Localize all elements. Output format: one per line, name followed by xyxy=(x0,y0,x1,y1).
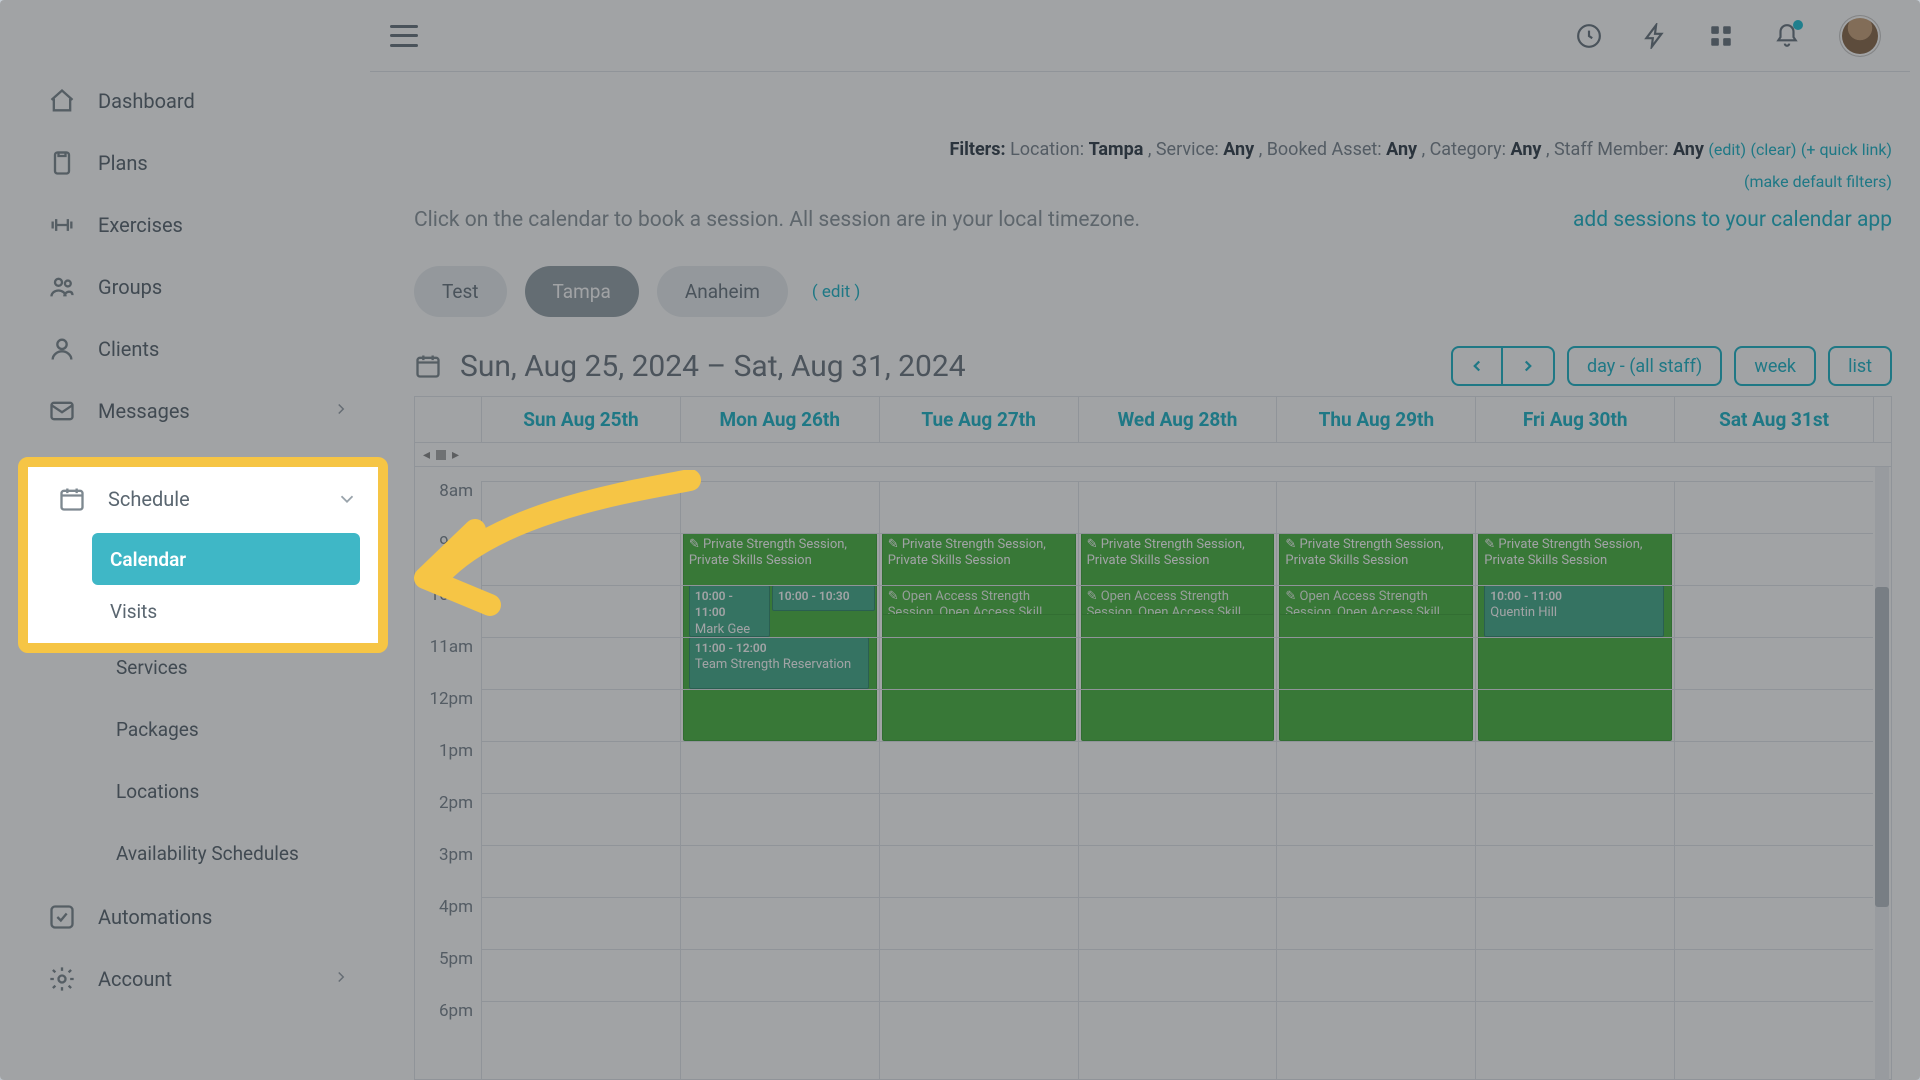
sidebar-sub-availability[interactable]: Availability Schedules xyxy=(98,824,352,882)
chevron-right-icon xyxy=(332,399,350,423)
view-week-button[interactable]: week xyxy=(1734,346,1816,386)
event-block[interactable]: ✎ Private Strength Session, Private Skil… xyxy=(882,533,1076,741)
sidebar-item-account[interactable]: Account xyxy=(18,948,370,1010)
view-list-button[interactable]: list xyxy=(1828,346,1892,386)
day-col-fri[interactable]: ✎ Private Strength Session, Private Skil… xyxy=(1475,481,1674,1080)
sidebar-item-label: Dashboard xyxy=(98,89,195,113)
calendar-icon xyxy=(58,485,86,513)
hint-text: Click on the calendar to book a session.… xyxy=(414,208,1140,232)
check-icon xyxy=(48,903,76,931)
dumbbell-icon xyxy=(48,211,76,239)
main-content: Filters: Location: Tampa , Service: Any … xyxy=(392,96,1902,1080)
calendar-nav-buttons xyxy=(1451,346,1555,386)
event-block[interactable]: ✎ Private Strength Session, Private Skil… xyxy=(1081,533,1275,741)
chevron-right-icon xyxy=(332,967,350,991)
chevron-down-icon xyxy=(336,488,358,510)
calendar-grid[interactable]: Sun Aug 25th Mon Aug 26th Tue Aug 27th W… xyxy=(414,396,1892,1080)
filter-edit-link[interactable]: (edit) xyxy=(1708,140,1746,159)
locations-edit-link[interactable]: ( edit ) xyxy=(812,282,860,302)
calendar-day-headers: Sun Aug 25th Mon Aug 26th Tue Aug 27th W… xyxy=(415,397,1891,443)
day-col-sat[interactable] xyxy=(1674,481,1873,1080)
sidebar-item-automations[interactable]: Automations xyxy=(18,886,370,948)
day-col-tue[interactable]: ✎ Private Strength Session, Private Skil… xyxy=(879,481,1078,1080)
sidebar-item-plans[interactable]: Plans xyxy=(18,132,370,194)
date-range: Sun, Aug 25, 2024 – Sat, Aug 31, 2024 xyxy=(460,349,966,384)
time-labels: 8am9am10am11am12pm1pm2pm3pm4pm5pm6pm xyxy=(415,481,481,1053)
clipboard-icon xyxy=(48,149,76,177)
next-button[interactable] xyxy=(1503,346,1555,386)
add-sessions-link[interactable]: add sessions to your calendar app xyxy=(1573,208,1892,232)
calendar-icon xyxy=(414,352,442,380)
sidebar-item-label: Automations xyxy=(98,905,212,929)
topbar-icons xyxy=(1576,16,1880,56)
scrollbar-thumb[interactable] xyxy=(1875,587,1889,907)
app-window: Dashboard Plans Exercises Groups Clients… xyxy=(0,0,1920,1080)
mini-prev-icon[interactable]: ◂ xyxy=(423,447,430,463)
sidebar-item-label: Account xyxy=(98,967,172,991)
view-day-button[interactable]: day - (all staff) xyxy=(1567,346,1722,386)
sidebar-item-dashboard[interactable]: Dashboard xyxy=(18,70,370,132)
sidebar-item-label: Clients xyxy=(98,337,159,361)
prev-button[interactable] xyxy=(1451,346,1503,386)
sidebar-item-label: Plans xyxy=(98,151,148,175)
highlight-box: Schedule Calendar Visits xyxy=(18,457,388,653)
menu-toggle-button[interactable] xyxy=(390,25,418,47)
sidebar-item-label: Messages xyxy=(98,399,190,423)
calendar-header: Sun, Aug 25, 2024 – Sat, Aug 31, 2024 da… xyxy=(414,346,1892,386)
sidebar-item-label: Exercises xyxy=(98,213,183,237)
location-chips: Test Tampa Anaheim ( edit ) xyxy=(414,266,860,317)
sidebar-item-exercises[interactable]: Exercises xyxy=(18,194,370,256)
sidebar-item-label: Schedule xyxy=(108,487,190,511)
event-reservation[interactable]: 11:00 - 12:00Team Strength Reservation xyxy=(689,637,869,689)
event-open[interactable]: ✎ Open Access Strength Session, Open Acc… xyxy=(1279,585,1473,615)
sidebar-item-schedule[interactable]: Schedule xyxy=(28,467,378,531)
home-icon xyxy=(48,87,76,115)
event-open[interactable]: ✎ Open Access Strength Session, Open Acc… xyxy=(1081,585,1275,615)
sidebar-sub-calendar[interactable]: Calendar xyxy=(92,533,360,585)
sidebar-item-groups[interactable]: Groups xyxy=(18,256,370,318)
day-col-mon[interactable]: ✎ Private Strength Session, Private Skil… xyxy=(680,481,879,1080)
day-col-thu[interactable]: ✎ Private Strength Session, Private Skil… xyxy=(1276,481,1475,1080)
sidebar-item-label: Groups xyxy=(98,275,162,299)
location-chip-tampa[interactable]: Tampa xyxy=(525,266,639,317)
apps-icon[interactable] xyxy=(1708,23,1734,49)
filter-default-link[interactable]: (make default filters) xyxy=(1744,172,1892,191)
event-small[interactable]: 10:00 - 11:00Quentin Hill xyxy=(1484,585,1664,637)
filter-bar: Filters: Location: Tampa , Service: Any … xyxy=(949,134,1892,199)
history-icon[interactable] xyxy=(1576,23,1602,49)
location-chip-anaheim[interactable]: Anaheim xyxy=(657,266,788,317)
avatar[interactable] xyxy=(1840,16,1880,56)
sidebar-item-messages[interactable]: Messages xyxy=(18,380,370,442)
sidebar-sub-packages[interactable]: Packages xyxy=(98,700,352,758)
day-col-wed[interactable]: ✎ Private Strength Session, Private Skil… xyxy=(1078,481,1277,1080)
bolt-icon[interactable] xyxy=(1642,23,1668,49)
notifications-button[interactable] xyxy=(1774,23,1800,49)
notification-dot xyxy=(1793,20,1803,30)
mini-next-icon[interactable]: ▸ xyxy=(452,447,459,463)
topbar xyxy=(370,0,1910,72)
person-icon xyxy=(48,335,76,363)
groups-icon xyxy=(48,273,76,301)
day-col-sun[interactable] xyxy=(481,481,680,1080)
filter-quicklink[interactable]: (+ quick link) xyxy=(1801,140,1892,159)
location-chip-test[interactable]: Test xyxy=(414,266,507,317)
event-block[interactable]: ✎ Private Strength Session, Private Skil… xyxy=(1478,533,1672,741)
filter-clear-link[interactable]: (clear) xyxy=(1751,140,1797,159)
gear-icon xyxy=(48,965,76,993)
mail-icon xyxy=(48,397,76,425)
event-block[interactable]: ✎ Private Strength Session, Private Skil… xyxy=(1279,533,1473,741)
event-open[interactable]: ✎ Open Access Strength Session, Open Acc… xyxy=(882,585,1076,615)
sidebar-item-clients[interactable]: Clients xyxy=(18,318,370,380)
event-small[interactable]: 10:00 - 11:00Mark Gee xyxy=(689,585,770,637)
event-small[interactable]: 10:00 - 10:30 xyxy=(772,585,875,611)
sidebar-sub-visits[interactable]: Visits xyxy=(92,585,360,637)
sidebar-sub-locations[interactable]: Locations xyxy=(98,762,352,820)
